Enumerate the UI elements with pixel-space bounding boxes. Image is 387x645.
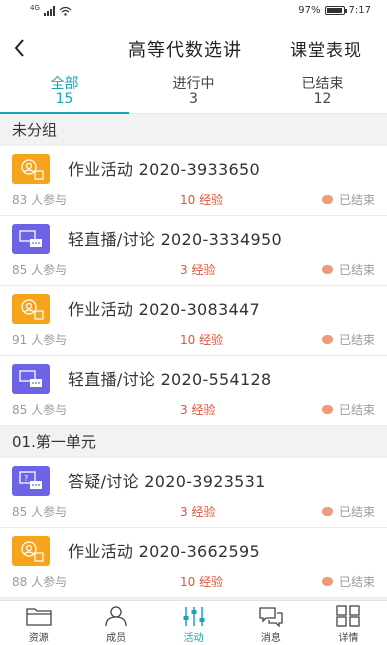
- experience-points: 10 经验: [180, 333, 224, 347]
- group-header: 01.第一单元: [0, 426, 387, 458]
- status-label: 已结束: [338, 333, 375, 347]
- status-label: 已结束: [338, 575, 375, 589]
- activity-name: 轻直播/讨论 2020-3334950: [68, 230, 282, 249]
- folder-icon: [26, 608, 52, 626]
- nav-label: 成员: [106, 633, 127, 644]
- activity-list: 未分组 作业活动 2020-3933650 83 人参与 10 经验 已结束 轻…: [0, 114, 387, 598]
- svg-text:?: ?: [24, 474, 28, 483]
- participant-count: 88 人参与: [12, 575, 68, 589]
- status-badge: 已结束: [321, 331, 375, 348]
- status-badge: 已结束: [321, 261, 375, 278]
- status-label: 已结束: [338, 505, 375, 519]
- nav-label: 详情: [338, 633, 359, 644]
- list-item[interactable]: 作业活动 2020-3933650 83 人参与 10 经验 已结束: [0, 146, 387, 216]
- activity-icon: [183, 607, 205, 626]
- nav-messages[interactable]: 消息: [232, 601, 309, 645]
- activity-name: 作业活动 2020-3662595: [68, 542, 260, 561]
- battery-percent: 97%: [298, 5, 321, 16]
- task-icon: [12, 294, 50, 324]
- nav-activities[interactable]: 活动: [155, 601, 232, 645]
- wifi-icon: [59, 6, 72, 16]
- nav-resources[interactable]: 资源: [0, 601, 77, 645]
- live-icon: [12, 364, 50, 394]
- experience-points: 10 经验: [180, 193, 224, 207]
- bottom-nav: 资源 成员 活动 消息 详情: [0, 600, 387, 645]
- status-bar: 4G 97% 7:17: [0, 0, 387, 24]
- activity-name: 轻直播/讨论 2020-554128: [68, 370, 272, 389]
- nav-details[interactable]: 详情: [310, 601, 387, 645]
- status-dot-icon: [321, 405, 333, 414]
- status-label: 已结束: [338, 193, 375, 207]
- experience-points: 10 经验: [180, 575, 224, 589]
- filter-tabs: 全部 15 进行中 3 已结束 12: [0, 72, 387, 114]
- status-badge: 已结束: [321, 191, 375, 208]
- status-label: 已结束: [338, 403, 375, 417]
- status-badge: 已结束: [321, 401, 375, 418]
- tab-label: 已结束: [301, 76, 344, 92]
- tab-in-progress[interactable]: 进行中 3: [129, 72, 258, 113]
- nav-label: 资源: [28, 633, 49, 644]
- status-badge: 已结束: [321, 573, 375, 590]
- chat-icon: [259, 607, 283, 627]
- tab-ended[interactable]: 已结束 12: [258, 72, 387, 113]
- activity-name: 作业活动 2020-3933650: [68, 160, 260, 179]
- status-badge: 已结束: [321, 503, 375, 520]
- page-title: 高等代数选讲: [128, 40, 242, 61]
- activity-name: 作业活动 2020-3083447: [68, 300, 260, 319]
- participant-count: 85 人参与: [12, 505, 68, 519]
- participant-count: 91 人参与: [12, 333, 68, 347]
- experience-points: 3 经验: [180, 505, 216, 519]
- class-performance-button[interactable]: 课堂表现: [290, 36, 362, 61]
- experience-points: 3 经验: [180, 263, 216, 277]
- group-header: 未分组: [0, 114, 387, 146]
- list-item[interactable]: 作业活动 2020-3083447 91 人参与 10 经验 已结束: [0, 286, 387, 356]
- task-icon: [12, 154, 50, 184]
- status-dot-icon: [321, 195, 333, 204]
- tab-label: 进行中: [172, 76, 215, 92]
- qa-icon: ?: [12, 466, 50, 496]
- status-dot-icon: [321, 507, 333, 516]
- app-header: 高等代数选讲 课堂表现: [0, 24, 387, 72]
- live-icon: [12, 224, 50, 254]
- participant-count: 85 人参与: [12, 263, 68, 277]
- participant-count: 85 人参与: [12, 403, 68, 417]
- task-icon: [12, 536, 50, 566]
- tab-count: 15: [55, 91, 74, 107]
- person-icon: [105, 606, 127, 627]
- network-type: 4G: [30, 4, 40, 12]
- grid-icon: [336, 605, 360, 627]
- list-item[interactable]: ? 答疑/讨论 2020-3923531 85 人参与 3 经验 已结束: [0, 458, 387, 528]
- status-dot-icon: [321, 265, 333, 274]
- back-icon[interactable]: [10, 34, 38, 62]
- list-item[interactable]: 轻直播/讨论 2020-554128 85 人参与 3 经验 已结束: [0, 356, 387, 426]
- nav-members[interactable]: 成员: [77, 601, 154, 645]
- tab-count: 12: [313, 91, 332, 107]
- battery-icon: [324, 6, 347, 15]
- experience-points: 3 经验: [180, 403, 216, 417]
- clock: 7:17: [348, 5, 371, 16]
- tab-all[interactable]: 全部 15: [0, 72, 129, 114]
- signal-icon: [43, 6, 55, 16]
- list-item[interactable]: 作业活动 2020-3662595 88 人参与 10 经验 已结束: [0, 528, 387, 598]
- nav-label: 活动: [183, 633, 204, 644]
- status-dot-icon: [321, 335, 333, 344]
- nav-label: 消息: [260, 633, 281, 644]
- tab-label: 全部: [50, 76, 79, 92]
- activity-name: 答疑/讨论 2020-3923531: [68, 472, 266, 491]
- participant-count: 83 人参与: [12, 193, 68, 207]
- status-dot-icon: [321, 577, 333, 586]
- list-item[interactable]: 轻直播/讨论 2020-3334950 85 人参与 3 经验 已结束: [0, 216, 387, 286]
- status-label: 已结束: [338, 263, 375, 277]
- tab-count: 3: [189, 91, 198, 107]
